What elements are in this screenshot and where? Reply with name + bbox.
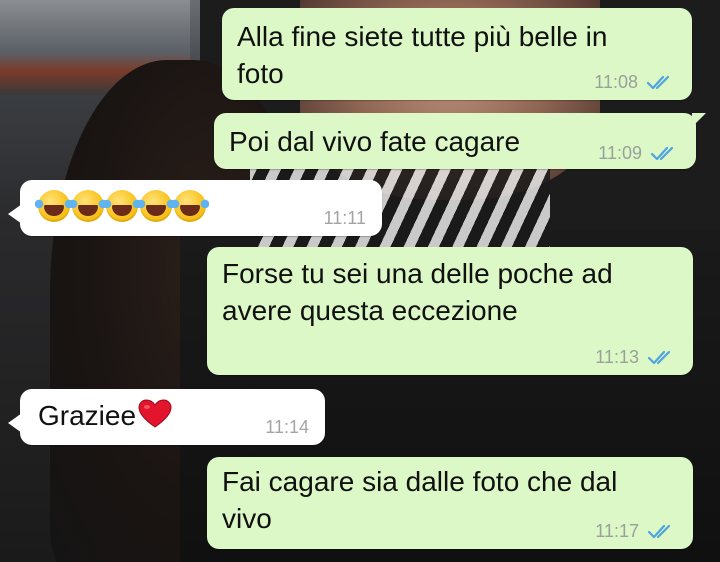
red-heart-emoji-icon — [138, 399, 172, 428]
message-text: Forse tu sei una delle poche ad avere qu… — [222, 258, 613, 326]
double-check-icon — [646, 75, 670, 90]
laughing-emoji-icon — [137, 190, 175, 222]
message-time: 11:11 — [323, 208, 366, 228]
bubble-tail — [8, 413, 22, 433]
message-text: Poi dal vivo fate cagare — [229, 126, 521, 157]
message-meta: 11:13 — [595, 347, 677, 367]
message-text: Alla fine siete tutte più belle in foto — [237, 21, 608, 89]
message-time: 11:13 — [595, 347, 639, 367]
bubble-tail — [692, 113, 706, 127]
message-incoming-2[interactable]: Graziee 11:14 — [8, 389, 325, 445]
message-text: Graziee — [38, 397, 172, 434]
message-outgoing-2[interactable]: Poi dal vivo fate cagare 11:09 — [214, 113, 706, 169]
message-meta: 11:09 — [598, 143, 680, 163]
bubble-tail — [8, 204, 22, 224]
message-time: 11:09 — [598, 143, 642, 163]
laughing-emoji-icon — [103, 190, 141, 222]
double-check-icon — [647, 350, 671, 365]
laughing-emoji-icon — [35, 190, 73, 222]
message-time: 11:14 — [265, 417, 309, 437]
message-text: Fai cagare sia dalle foto che dal vivo — [222, 466, 618, 534]
message-meta: 11:08 — [594, 72, 676, 92]
message-emojis — [35, 190, 209, 222]
message-time: 11:08 — [594, 72, 638, 92]
message-meta: 11:11 — [324, 208, 366, 228]
double-check-icon — [650, 146, 674, 161]
message-outgoing-4[interactable]: Fai cagare sia dalle foto che dal vivo 1… — [207, 457, 693, 549]
double-check-icon — [647, 524, 671, 539]
message-meta: 11:17 — [595, 521, 677, 541]
laughing-emoji-icon — [171, 190, 209, 222]
laughing-emoji-icon — [69, 190, 107, 222]
message-outgoing-1[interactable]: Alla fine siete tutte più belle in foto … — [222, 8, 692, 100]
message-time: 11:17 — [595, 521, 639, 541]
message-meta: 11:14 — [265, 417, 309, 437]
message-incoming-1[interactable]: 11:11 — [8, 180, 382, 236]
message-outgoing-3[interactable]: Forse tu sei una delle poche ad avere qu… — [207, 247, 693, 375]
